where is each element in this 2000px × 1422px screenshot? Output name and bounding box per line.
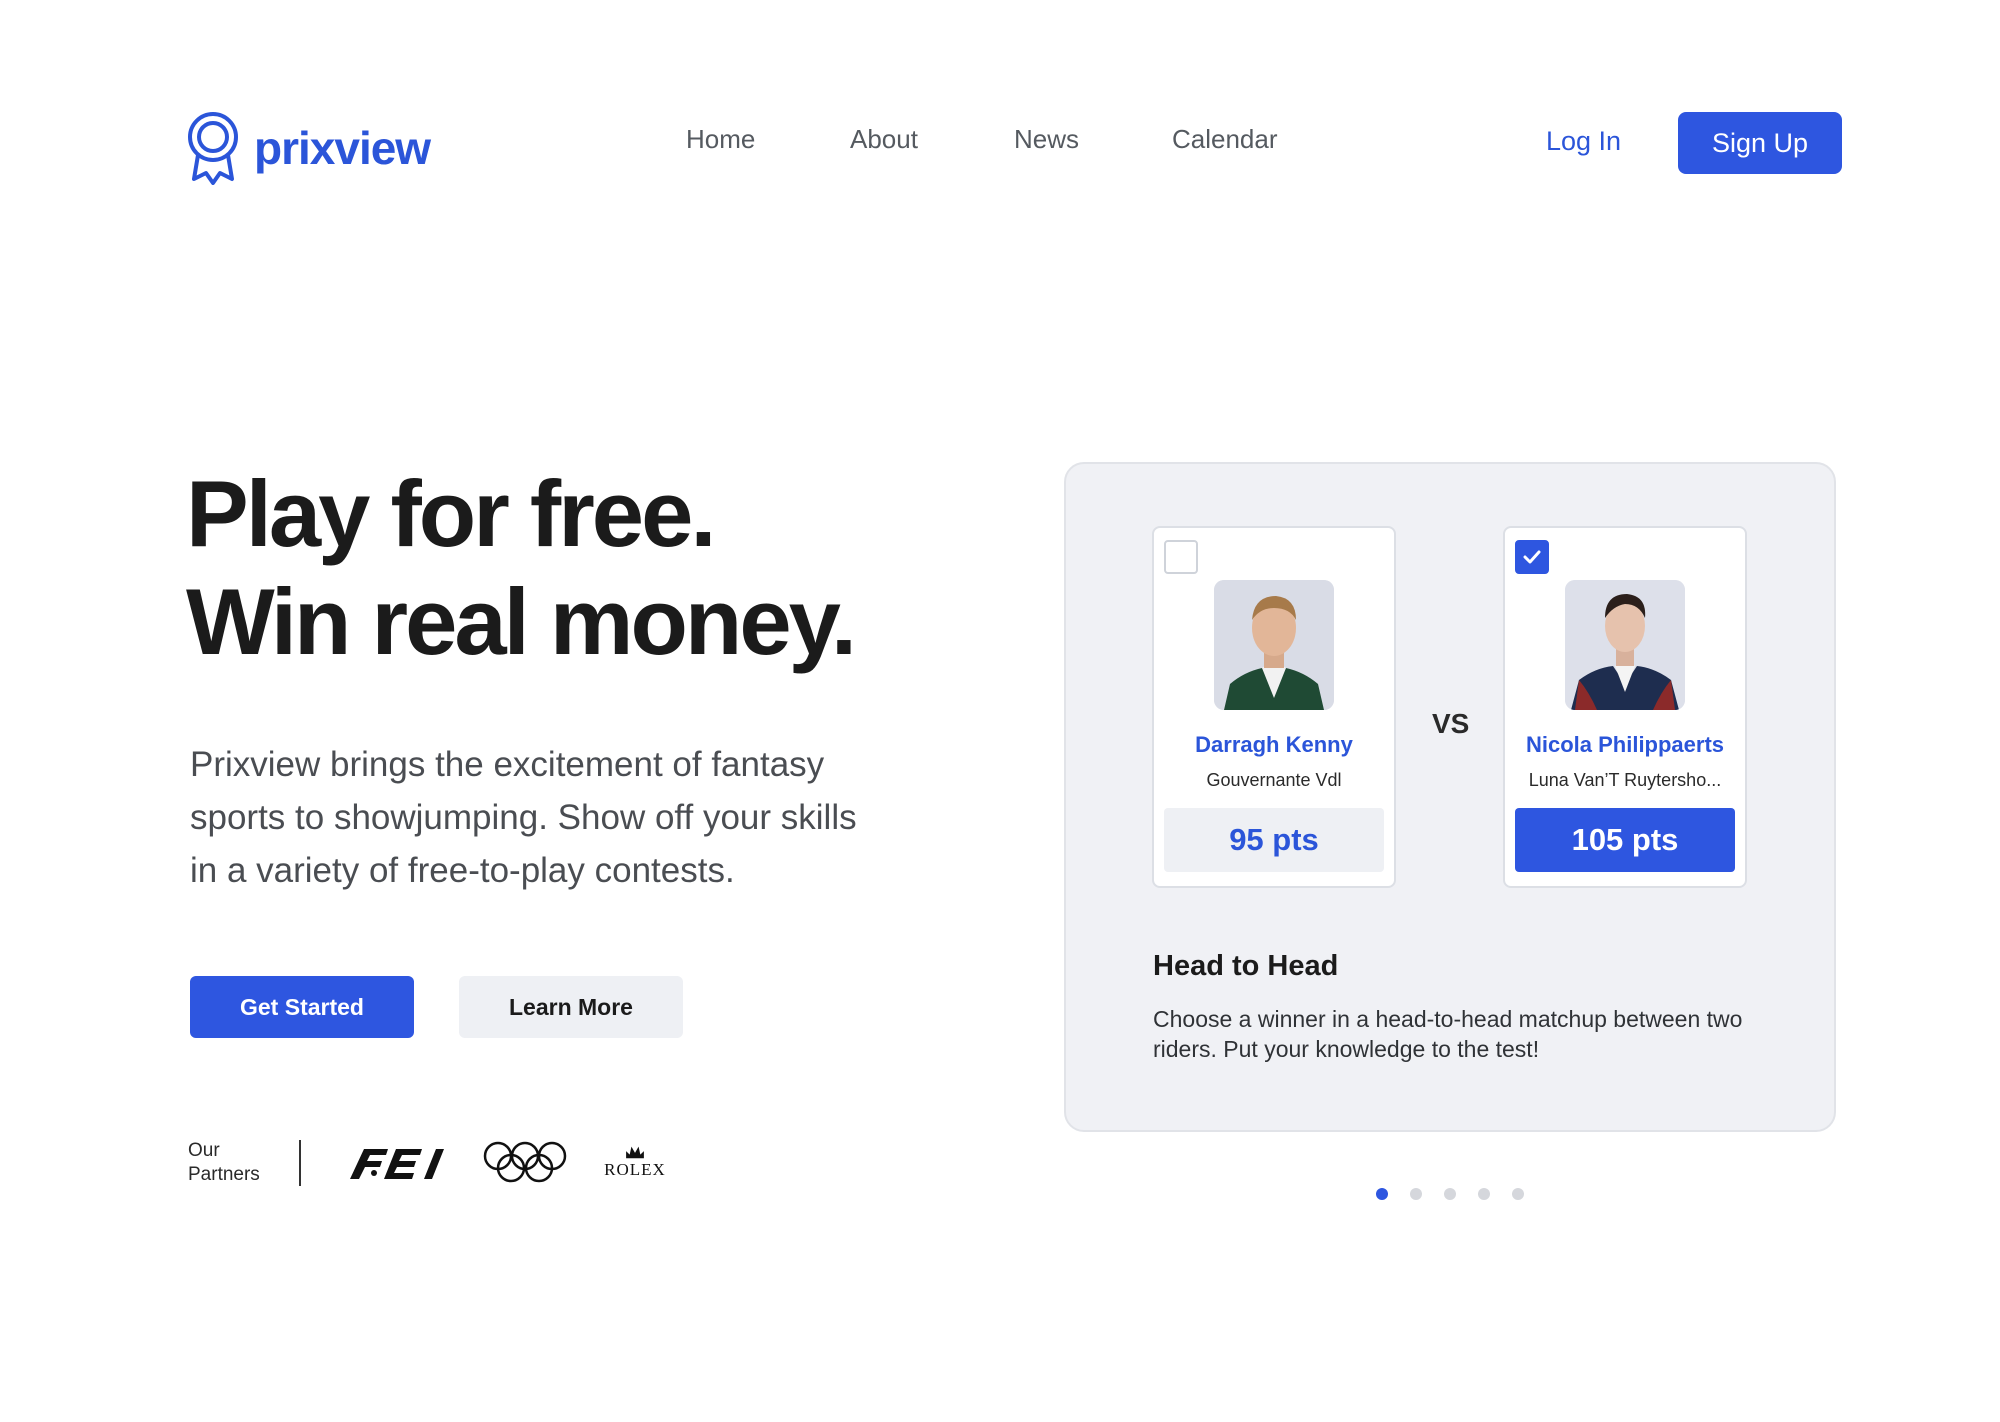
partners-label-line-2: Partners [188,1164,260,1185]
olympic-rings-logo [482,1140,568,1184]
get-started-button[interactable]: Get Started [190,976,414,1038]
fei-logo [344,1140,450,1186]
vs-label: VS [1432,708,1470,739]
landing-page: prixview Home About News Calendar Log In… [0,0,2000,1422]
crown-icon [626,1146,644,1159]
carousel-dot[interactable] [1512,1188,1524,1200]
login-link[interactable]: Log In [1546,126,1621,157]
rider-card-left[interactable]: Darragh Kenny Gouvernante Vdl 95 pts [1152,526,1396,888]
rider-avatar [1565,580,1685,710]
rider-points: 105 pts [1515,808,1735,872]
hero-subtext: Prixview brings the excitement of fantas… [190,745,857,890]
nav-home[interactable]: Home [686,124,755,155]
partners-label-line-1: Our [188,1140,220,1161]
partners-label: Our Partners [188,1139,260,1187]
rider-name: Nicola Philippaerts [1525,732,1725,757]
signup-button[interactable]: Sign Up [1678,112,1842,174]
carousel-dot[interactable] [1376,1188,1388,1200]
nav-news[interactable]: News [1014,124,1079,155]
award-ribbon-icon [188,112,238,185]
contest-title: Head to Head [1153,950,1339,982]
carousel-dot[interactable] [1444,1188,1456,1200]
rider-points: 95 pts [1164,808,1384,872]
rolex-wordmark: ROLEX [604,1160,666,1179]
learn-more-button[interactable]: Learn More [459,976,683,1038]
rider-card-right[interactable]: Nicola Philippaerts Luna Van’T Ruytersho… [1503,526,1747,888]
brand-name: prixview [254,122,431,174]
rider-name: Darragh Kenny [1195,732,1353,757]
nav-about[interactable]: About [850,124,918,155]
select-rider-checkbox[interactable] [1164,540,1198,574]
hero-headline: Play for free. Win real money. [186,460,857,676]
contest-description: Choose a winner in a head-to-head matchu… [1153,1006,1743,1062]
headline-line-1: Play for free. [186,461,716,566]
rider-avatar [1214,580,1334,710]
carousel-dot[interactable] [1410,1188,1422,1200]
rolex-logo: ROLEX [598,1138,672,1186]
carousel-pagination [1376,1188,1524,1200]
horse-name: Luna Van’T Ruytersho... [1528,770,1722,790]
partners-divider [299,1140,301,1186]
checkmark-icon [1523,550,1541,564]
carousel-dot[interactable] [1478,1188,1490,1200]
brand-logo[interactable]: prixview [186,110,431,186]
nav-calendar[interactable]: Calendar [1172,124,1278,155]
horse-name: Gouvernante Vdl [1206,770,1342,790]
headline-line-2: Win real money. [186,569,857,674]
select-rider-checkbox[interactable] [1515,540,1549,574]
